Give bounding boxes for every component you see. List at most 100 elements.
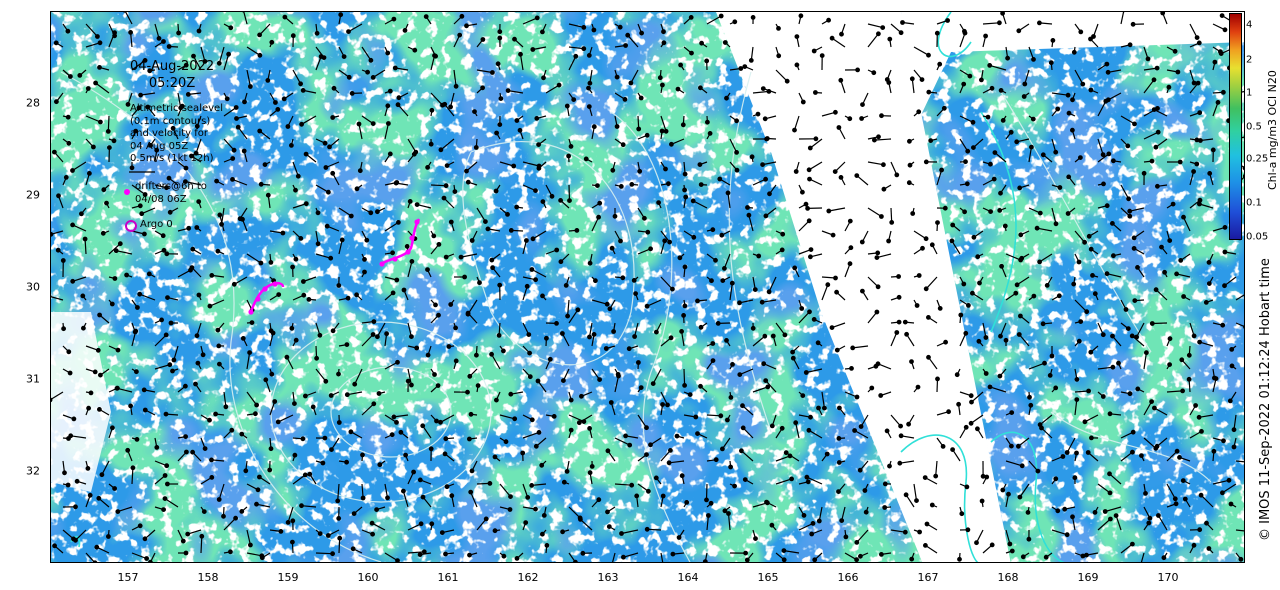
velocity-arrow-head	[77, 73, 83, 78]
velocity-arrow-head	[375, 334, 380, 340]
colorbar-tick-label: 1	[1246, 87, 1253, 99]
velocity-arrow-head	[1130, 21, 1136, 27]
velocity-arrow-head	[702, 559, 708, 562]
velocity-arrow-head	[653, 475, 659, 481]
velocity-arrow-head	[1053, 149, 1059, 155]
velocity-arrow-head	[1194, 161, 1200, 167]
velocity-arrow-head	[536, 165, 542, 171]
velocity-arrow-head	[637, 168, 643, 174]
velocity-arrow-head	[1203, 300, 1209, 305]
velocity-arrow-head	[776, 53, 782, 59]
velocity-arrow-head	[794, 34, 800, 40]
velocity-arrow-head	[329, 447, 334, 453]
velocity-arrow-head	[560, 331, 565, 336]
velocity-arrow-head	[97, 40, 103, 46]
velocity-arrow-head	[401, 488, 406, 494]
velocity-arrow-head	[854, 173, 860, 179]
velocity-arrow-head	[299, 503, 304, 509]
velocity-arrow-head	[1243, 325, 1244, 329]
velocity-arrow-head	[1017, 185, 1023, 191]
velocity-arrow-head	[1014, 282, 1020, 288]
velocity-arrow-head	[216, 343, 222, 349]
velocity-arrow-head	[258, 260, 264, 266]
velocity-arrow-head	[617, 24, 623, 30]
velocity-arrow-head	[278, 529, 284, 534]
velocity-arrow-head	[125, 447, 131, 453]
velocity-arrow-head	[330, 170, 336, 176]
velocity-arrow-head	[425, 164, 431, 170]
velocity-arrow-head	[468, 489, 474, 495]
velocity-arrow-head	[807, 176, 812, 182]
velocity-arrow-head	[704, 58, 710, 64]
x-tick-label: 158	[197, 571, 219, 584]
velocity-arrow-head	[243, 468, 249, 474]
velocity-arrow-head	[165, 295, 170, 301]
velocity-arrow-head	[465, 389, 470, 395]
velocity-arrow-head	[1161, 555, 1167, 561]
velocity-arrow-head	[935, 376, 940, 382]
velocity-arrow-head	[1179, 357, 1185, 363]
velocity-arrow-head	[722, 40, 728, 45]
velocity-arrow-head	[480, 85, 486, 91]
velocity-arrow-head	[558, 197, 564, 203]
velocity-arrow-head	[233, 105, 239, 110]
velocity-arrow-head	[753, 536, 758, 541]
velocity-arrow-head	[239, 431, 245, 437]
velocity-arrow-head	[608, 400, 614, 405]
velocity-arrow-head	[300, 436, 306, 442]
velocity-arrow-head	[462, 274, 468, 280]
velocity-arrow-head	[770, 333, 776, 339]
velocity-arrow-head	[344, 392, 350, 398]
y-tick-label: 29	[26, 188, 40, 202]
chlorophyll-map[interactable]	[50, 11, 1245, 563]
velocity-arrow-head	[730, 362, 735, 367]
velocity-arrow-head	[806, 427, 812, 433]
velocity-arrow-head	[1070, 127, 1075, 133]
velocity-arrow-head	[134, 437, 140, 442]
velocity-arrow-head	[475, 383, 481, 389]
y-tick-label: 30	[26, 280, 40, 294]
velocity-arrow-head	[551, 414, 557, 419]
velocity-arrow-head	[364, 237, 370, 243]
velocity-arrow-head	[66, 140, 72, 146]
velocity-arrow-head	[403, 452, 409, 458]
velocity-arrow-head	[929, 242, 935, 248]
velocity-arrow-head	[678, 62, 683, 68]
velocity-arrow-head	[1074, 450, 1079, 456]
velocity-arrow-head	[199, 533, 205, 539]
velocity-arrow-head	[298, 81, 304, 87]
velocity-arrow-head	[1135, 264, 1140, 270]
velocity-arrow-head	[87, 170, 92, 176]
velocity-arrow-head	[496, 333, 502, 338]
velocity-arrow-head	[940, 444, 946, 449]
velocity-arrow-head	[646, 488, 651, 494]
velocity-arrow-head	[907, 162, 913, 168]
velocity-arrow-head	[1160, 12, 1166, 16]
velocity-arrow-head	[923, 236, 929, 242]
velocity-arrow-head	[1197, 138, 1203, 143]
velocity-arrow-head	[858, 553, 863, 559]
velocity-arrow-head	[396, 219, 401, 225]
colorbar-tick-label: 0.25	[1246, 153, 1269, 165]
velocity-arrow-head	[1066, 110, 1072, 116]
velocity-arrow-head	[698, 182, 704, 188]
velocity-arrow-head	[656, 200, 661, 206]
velocity-arrow-head	[738, 66, 744, 71]
velocity-arrow-head	[124, 272, 129, 278]
velocity-arrow-head	[322, 140, 328, 146]
velocity-arrow-head	[314, 355, 320, 361]
velocity-arrow-head	[983, 371, 989, 376]
velocity-arrow-head	[420, 423, 426, 429]
velocity-arrow-head	[765, 384, 771, 390]
velocity-arrow-head	[722, 508, 728, 514]
velocity-arrow-head	[318, 54, 324, 59]
x-tick-label: 161	[437, 571, 459, 584]
velocity-arrow-head	[299, 121, 305, 127]
velocity-arrow-head	[443, 551, 448, 557]
velocity-arrow-head	[92, 369, 98, 375]
velocity-arrow-head	[942, 205, 948, 211]
velocity-arrow-head	[95, 34, 100, 39]
velocity-arrow-head	[728, 464, 733, 470]
velocity-arrow-head	[975, 254, 981, 260]
velocity-arrow-head	[338, 12, 344, 18]
